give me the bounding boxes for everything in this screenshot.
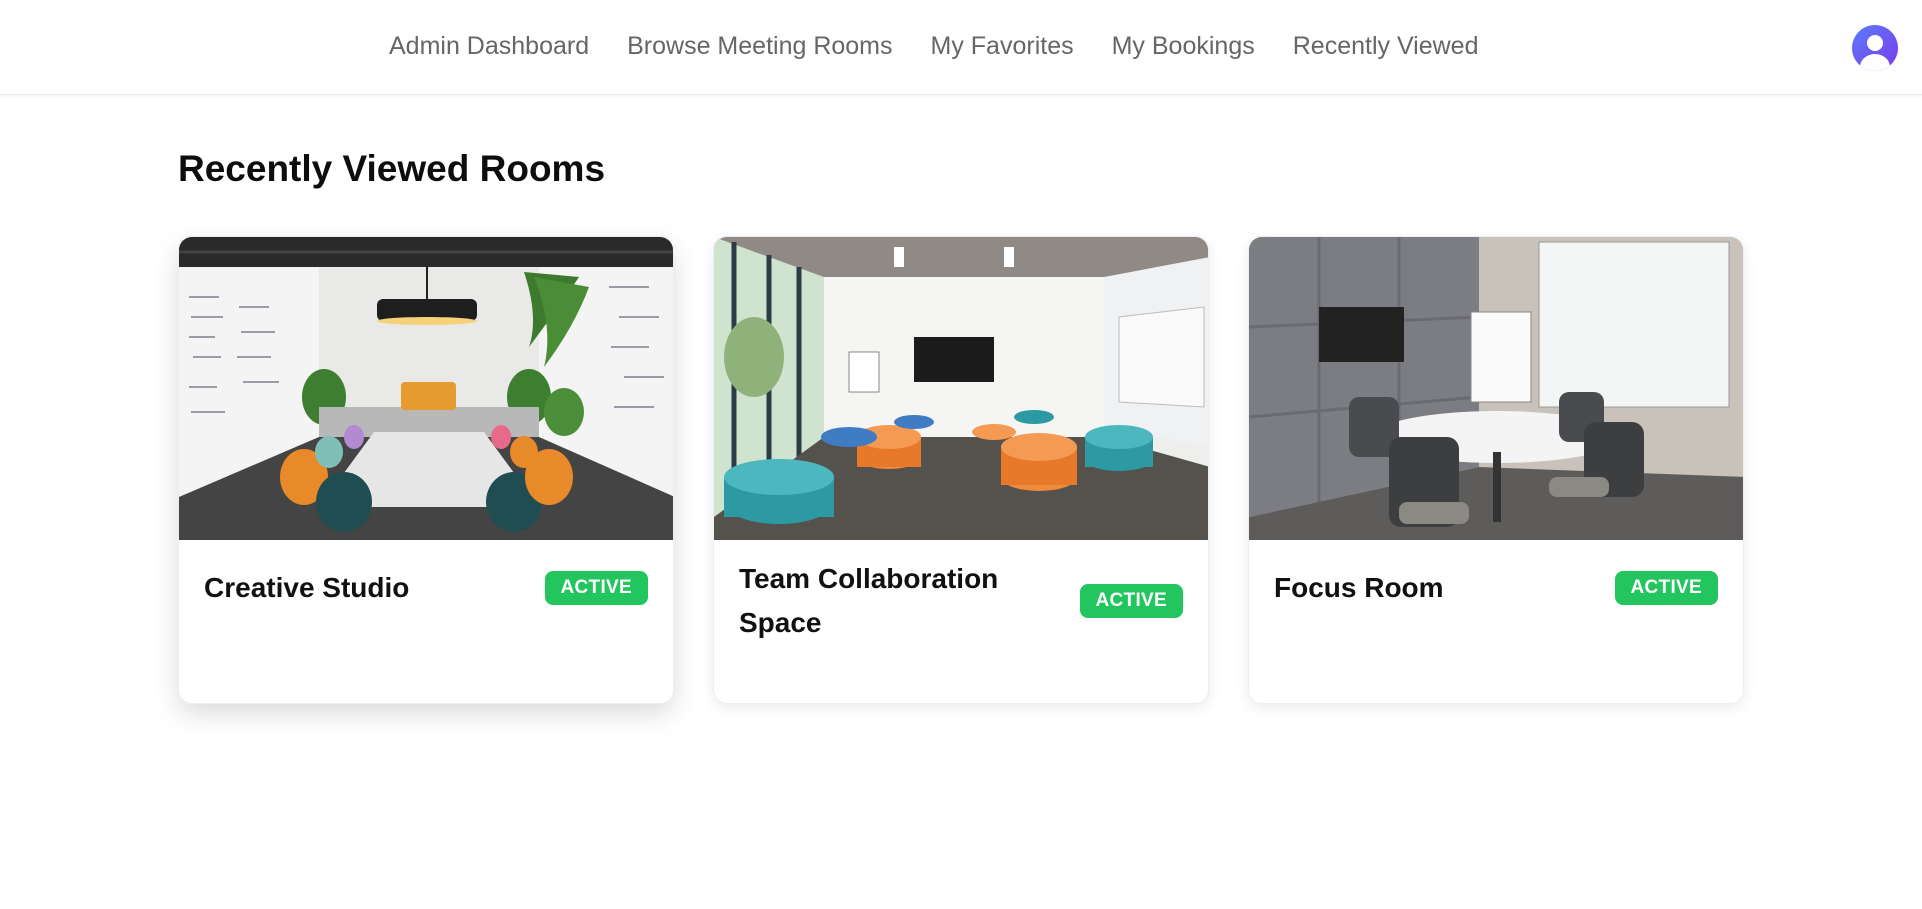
user-avatar-icon[interactable] (1852, 25, 1898, 71)
status-badge: ACTIVE (1614, 571, 1718, 605)
avatar-head (1867, 35, 1883, 51)
status-badge: ACTIVE (544, 571, 648, 605)
room-photo (714, 237, 1208, 540)
avatar-body (1860, 54, 1890, 71)
room-name: Creative Studio (204, 572, 410, 603)
main-nav: Admin Dashboard Browse Meeting Rooms My … (389, 28, 1479, 64)
nav-browse-meeting-rooms[interactable]: Browse Meeting Rooms (627, 28, 892, 64)
room-photo (1249, 237, 1743, 540)
card-body: Focus Room ACTIVE (1274, 570, 1718, 606)
page-title: Recently Viewed Rooms (178, 148, 606, 189)
card-body: Team Collaboration Space ACTIVE (739, 557, 1183, 645)
room-card-focus-room[interactable]: Focus Room ACTIVE (1248, 236, 1744, 704)
nav-recently-viewed[interactable]: Recently Viewed (1293, 28, 1479, 64)
nav-my-favorites[interactable]: My Favorites (931, 28, 1074, 64)
top-navbar: Admin Dashboard Browse Meeting Rooms My … (0, 0, 1922, 95)
room-photo (179, 237, 673, 540)
card-body: Creative Studio ACTIVE (204, 570, 648, 606)
status-badge: ACTIVE (1079, 584, 1183, 618)
room-name: Focus Room (1274, 572, 1444, 603)
nav-admin-dashboard[interactable]: Admin Dashboard (389, 28, 589, 64)
room-name: Team Collaboration Space (739, 563, 999, 638)
room-card-team-collaboration-space[interactable]: Team Collaboration Space ACTIVE (713, 236, 1209, 704)
room-cards: Creative Studio ACTIVE Team Collaboratio… (178, 236, 1744, 704)
room-card-creative-studio[interactable]: Creative Studio ACTIVE (178, 236, 674, 704)
nav-my-bookings[interactable]: My Bookings (1112, 28, 1255, 64)
